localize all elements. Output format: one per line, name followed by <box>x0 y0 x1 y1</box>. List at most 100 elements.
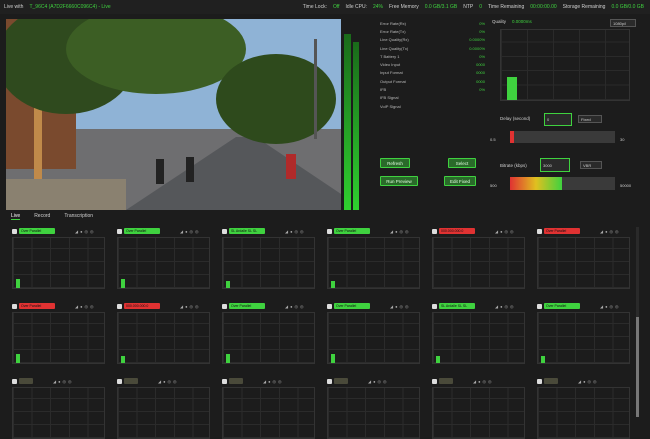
refresh-icon[interactable]: ◎ <box>90 229 94 234</box>
channel-checkbox[interactable] <box>432 303 437 309</box>
signal-icon[interactable]: ◢ <box>578 379 581 384</box>
channel-tag[interactable]: Over Parallel <box>124 228 160 234</box>
refresh-icon[interactable]: ◎ <box>615 304 619 309</box>
channel-checkbox[interactable] <box>537 303 542 309</box>
settings-icon[interactable]: ◎ <box>295 304 299 309</box>
signal-icon[interactable]: ◢ <box>180 229 183 234</box>
channel-tag[interactable] <box>229 378 243 384</box>
signal-icon[interactable]: ◢ <box>495 229 498 234</box>
refresh-icon[interactable]: ◎ <box>195 304 199 309</box>
refresh-icon[interactable]: ◎ <box>510 304 514 309</box>
channel-tag[interactable]: 000.000.000.0 <box>124 303 160 309</box>
mic-icon[interactable]: ● <box>290 304 292 309</box>
tab-record[interactable]: Record <box>34 213 50 219</box>
settings-icon[interactable]: ◎ <box>190 304 194 309</box>
channel-checkbox[interactable] <box>222 228 227 234</box>
refresh-icon[interactable]: ◎ <box>90 304 94 309</box>
refresh-icon[interactable]: ◎ <box>195 229 199 234</box>
channel-tag[interactable] <box>124 378 138 384</box>
refresh-icon[interactable]: ◎ <box>300 304 304 309</box>
bitrate-mode-dropdown[interactable]: VBR <box>580 161 602 169</box>
refresh-icon[interactable]: ◎ <box>510 229 514 234</box>
channel-tag[interactable]: Over Parallel <box>229 303 265 309</box>
refresh-icon[interactable]: ◎ <box>405 304 409 309</box>
settings-icon[interactable]: ◎ <box>295 229 299 234</box>
mic-icon[interactable]: ● <box>500 304 502 309</box>
channel-checkbox[interactable] <box>327 228 332 234</box>
bitrate-slider[interactable] <box>510 177 615 190</box>
device-name[interactable]: T_96C4 (A7D2F6660C096C4) - Live <box>29 4 110 10</box>
mic-icon[interactable]: ● <box>500 229 502 234</box>
mic-icon[interactable]: ● <box>185 304 187 309</box>
select-button[interactable]: Select <box>448 158 476 168</box>
channel-checkbox[interactable] <box>327 303 332 309</box>
mic-icon[interactable]: ● <box>478 379 480 384</box>
channel-tag[interactable]: 000.000.000.0 <box>439 228 475 234</box>
channel-checkbox[interactable] <box>117 378 122 384</box>
refresh-icon[interactable]: ◎ <box>488 379 492 384</box>
mic-icon[interactable]: ● <box>80 229 82 234</box>
settings-icon[interactable]: ◎ <box>273 379 277 384</box>
channel-tag[interactable]: Over Parallel <box>334 228 370 234</box>
mic-icon[interactable]: ● <box>605 304 607 309</box>
signal-icon[interactable]: ◢ <box>285 304 288 309</box>
channel-checkbox[interactable] <box>222 303 227 309</box>
settings-icon[interactable]: ◎ <box>85 229 89 234</box>
signal-icon[interactable]: ◢ <box>75 229 78 234</box>
signal-icon[interactable]: ◢ <box>473 379 476 384</box>
refresh-button[interactable]: Refresh <box>380 158 410 168</box>
mic-icon[interactable]: ● <box>58 379 60 384</box>
channel-checkbox[interactable] <box>117 228 122 234</box>
mic-icon[interactable]: ● <box>395 229 397 234</box>
channel-checkbox[interactable] <box>432 378 437 384</box>
channel-tag[interactable] <box>19 378 33 384</box>
signal-icon[interactable]: ◢ <box>75 304 78 309</box>
channel-checkbox[interactable] <box>12 378 17 384</box>
bitrate-input[interactable]: 3000 <box>540 158 570 172</box>
live-video-preview[interactable] <box>6 19 341 210</box>
channel-checkbox[interactable] <box>117 303 122 309</box>
channel-tag[interactable]: SL Ardalle SL SL <box>439 303 475 309</box>
settings-icon[interactable]: ◎ <box>168 379 172 384</box>
channel-tag[interactable]: Over Parallel <box>19 228 55 234</box>
settings-icon[interactable]: ◎ <box>610 304 614 309</box>
signal-icon[interactable]: ◢ <box>600 229 603 234</box>
refresh-icon[interactable]: ◎ <box>173 379 177 384</box>
edit-fixed-button[interactable]: Edit Fixed <box>444 176 476 186</box>
signal-icon[interactable]: ◢ <box>158 379 161 384</box>
channel-checkbox[interactable] <box>537 228 542 234</box>
channel-tag[interactable]: Over Parallel <box>334 303 370 309</box>
settings-icon[interactable]: ◎ <box>505 229 509 234</box>
settings-icon[interactable]: ◎ <box>505 304 509 309</box>
mic-icon[interactable]: ● <box>268 379 270 384</box>
channel-tag[interactable]: Over Parallel <box>544 228 580 234</box>
refresh-icon[interactable]: ◎ <box>593 379 597 384</box>
channel-checkbox[interactable] <box>432 228 437 234</box>
mic-icon[interactable]: ● <box>583 379 585 384</box>
delay-mode-dropdown[interactable]: Fixed <box>578 115 602 123</box>
signal-icon[interactable]: ◢ <box>368 379 371 384</box>
run-preview-button[interactable]: Run Preview <box>380 176 418 186</box>
channel-tag[interactable]: Over Parallel <box>544 303 580 309</box>
settings-icon[interactable]: ◎ <box>610 229 614 234</box>
settings-icon[interactable]: ◎ <box>588 379 592 384</box>
channel-tag[interactable]: SL Ardalle SL SL <box>229 228 265 234</box>
channel-checkbox[interactable] <box>222 378 227 384</box>
signal-icon[interactable]: ◢ <box>263 379 266 384</box>
settings-icon[interactable]: ◎ <box>63 379 67 384</box>
refresh-icon[interactable]: ◎ <box>615 229 619 234</box>
mic-icon[interactable]: ● <box>80 304 82 309</box>
channel-tag[interactable] <box>439 378 453 384</box>
refresh-icon[interactable]: ◎ <box>300 229 304 234</box>
settings-icon[interactable]: ◎ <box>400 304 404 309</box>
channel-checkbox[interactable] <box>327 378 332 384</box>
refresh-icon[interactable]: ◎ <box>405 229 409 234</box>
mic-icon[interactable]: ● <box>395 304 397 309</box>
channel-checkbox[interactable] <box>12 228 17 234</box>
channel-checkbox[interactable] <box>12 303 17 309</box>
refresh-icon[interactable]: ◎ <box>383 379 387 384</box>
mic-icon[interactable]: ● <box>185 229 187 234</box>
settings-icon[interactable]: ◎ <box>483 379 487 384</box>
channel-grid-scrollbar[interactable] <box>636 227 639 417</box>
scrollbar-thumb[interactable] <box>636 317 639 417</box>
